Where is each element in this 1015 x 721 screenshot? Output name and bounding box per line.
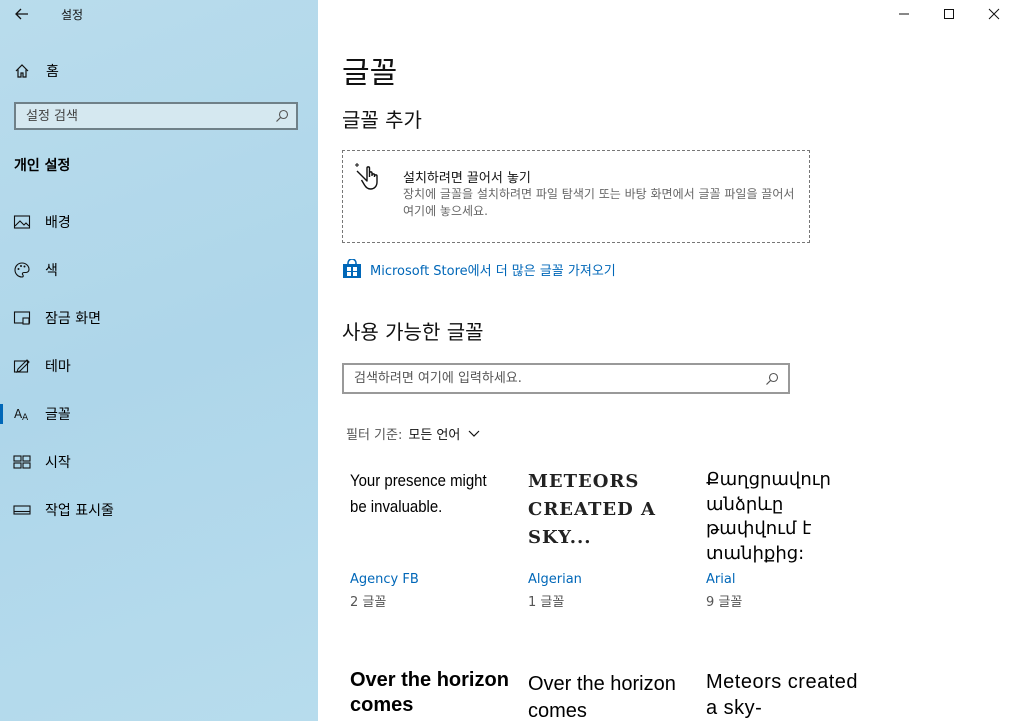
font-card-arial[interactable]: Քաղցրավուր անձրևը թափվում է տանիքից: Ari… (706, 468, 866, 613)
lock-screen-icon (13, 309, 31, 327)
store-link-label: Microsoft Store에서 더 많은 글꼴 가져오기 (370, 263, 616, 279)
taskbar-icon (13, 501, 31, 519)
font-count: 1 글꼴 (528, 595, 565, 610)
svg-text:A: A (22, 413, 29, 422)
sidebar-item-label: 테마 (45, 359, 71, 375)
font-sample: METEORS CREATED A SKY... (528, 471, 656, 548)
sidebar-item-label: 시작 (45, 455, 71, 471)
font-card[interactable]: Over the horizon comes (528, 671, 688, 721)
font-card[interactable]: Meteors created a sky- (706, 669, 866, 721)
font-card-algerian[interactable]: METEORS CREATED A SKY... Algerian 1 글꼴 (528, 468, 688, 613)
sidebar-item-background[interactable]: 배경 (0, 202, 318, 242)
back-button[interactable] (10, 4, 34, 24)
add-fonts-heading: 글꼴 추가 (342, 108, 422, 132)
drop-zone-title: 설치하려면 끌어서 놓기 (403, 171, 531, 186)
sidebar-item-color[interactable]: 색 (0, 250, 318, 290)
section-title: 개인 설정 (14, 158, 71, 174)
active-indicator (0, 404, 3, 424)
font-name: Arial (706, 572, 736, 587)
home-icon (15, 64, 29, 78)
font-search-box[interactable] (342, 363, 790, 394)
search-icon[interactable] (762, 372, 782, 386)
sidebar-item-label: 글꼴 (45, 407, 71, 423)
picture-icon (13, 213, 31, 231)
chevron-down-icon (468, 430, 480, 438)
settings-search-input[interactable] (16, 107, 272, 125)
home-label: 홈 (46, 64, 59, 80)
settings-search-box[interactable] (14, 102, 298, 130)
font-sample: Your presence might be invaluable. (350, 471, 487, 516)
font-icon: AA (13, 405, 31, 423)
font-drop-zone[interactable]: 설치하려면 끌어서 놓기 장치에 글꼴을 설치하려면 파일 탐색기 또는 바탕 … (342, 150, 810, 243)
sidebar-item-themes[interactable]: 테마 (0, 346, 318, 386)
font-card-agency-fb[interactable]: Your presence might be invaluable. Agenc… (350, 468, 510, 613)
filter-label: 필터 기준: (346, 428, 403, 443)
font-card[interactable]: Over the horizon comes (350, 668, 510, 721)
font-search-input[interactable] (344, 370, 762, 387)
start-menu-icon (13, 453, 31, 471)
filter-dropdown[interactable]: 모든 언어 (408, 424, 480, 443)
main-content: 글꼴 글꼴 추가 설치하려면 끌어서 놓기 장치에 글꼴을 설치하려면 파일 탐… (318, 0, 1015, 721)
search-icon[interactable] (272, 109, 292, 123)
font-count: 2 글꼴 (350, 595, 387, 610)
theme-brush-icon (13, 357, 31, 375)
font-sample: Over the horizon comes (350, 669, 509, 716)
sidebar-item-label: 잠금 화면 (45, 311, 101, 327)
sidebar-item-lock-screen[interactable]: 잠금 화면 (0, 298, 318, 338)
microsoft-store-link[interactable]: Microsoft Store에서 더 많은 글꼴 가져오기 (342, 259, 616, 279)
sidebar-item-taskbar[interactable]: 작업 표시줄 (0, 490, 318, 530)
font-sample: Meteors created a sky- (706, 671, 859, 719)
home-nav-item[interactable]: 홈 (14, 60, 59, 82)
store-bag-icon (343, 259, 361, 278)
sidebar-item-label: 작업 표시줄 (45, 503, 114, 519)
font-count: 9 글꼴 (706, 595, 743, 610)
font-name: Algerian (528, 572, 582, 587)
sidebar-item-label: 배경 (45, 215, 71, 231)
font-sample: Over the horizon comes (528, 673, 676, 721)
sidebar-item-label: 색 (45, 263, 58, 279)
drop-zone-description: 장치에 글꼴을 설치하려면 파일 탐색기 또는 바탕 화면에서 글꼴 파일을 끌… (403, 187, 795, 218)
font-name: Agency FB (350, 572, 419, 587)
sidebar-item-start[interactable]: 시작 (0, 442, 318, 482)
app-title: 설정 (61, 8, 84, 22)
font-sample: Քաղցրավուր անձրևը թափվում է տանիքից: (706, 469, 831, 564)
available-fonts-heading: 사용 가능한 글꼴 (342, 320, 484, 344)
sidebar: 설정 홈 개인 설정 배경 색 잠금 화면 테마 (0, 0, 318, 721)
palette-icon (13, 261, 31, 279)
hand-pointer-icon (355, 163, 378, 190)
filter-value: 모든 언어 (408, 428, 461, 443)
page-title: 글꼴 (342, 56, 398, 91)
sidebar-item-fonts[interactable]: AA 글꼴 (0, 394, 318, 434)
language-filter: 필터 기준: 모든 언어 (346, 424, 480, 443)
back-arrow-icon (15, 8, 28, 20)
